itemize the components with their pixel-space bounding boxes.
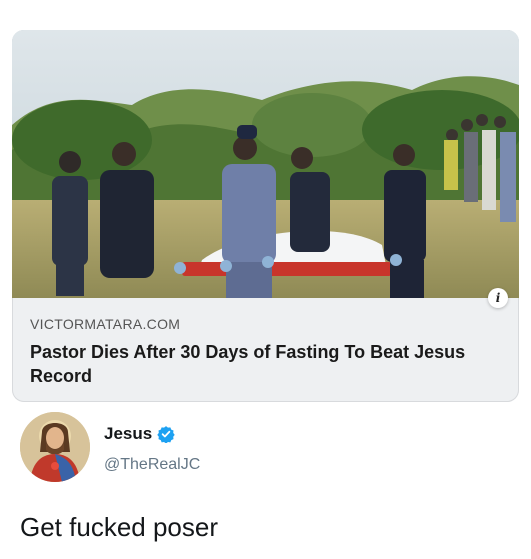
article-photo <box>12 30 519 298</box>
avatar[interactable] <box>20 412 90 482</box>
user-handle[interactable]: @TheRealJC <box>104 456 200 474</box>
display-name[interactable]: Jesus <box>104 424 152 444</box>
info-icon[interactable]: i <box>488 288 508 308</box>
link-preview-card[interactable]: i VICTORMATARA.COM Pastor Dies After 30 … <box>12 30 519 402</box>
article-source: VICTORMATARA.COM <box>30 316 181 332</box>
name-row: Jesus <box>104 424 175 444</box>
verified-badge-icon <box>157 426 175 443</box>
tweet-text: Get fucked poser <box>20 512 218 542</box>
tweet-author[interactable]: Jesus @TheRealJC <box>20 412 480 488</box>
article-headline[interactable]: Pastor Dies After 30 Days of Fasting To … <box>30 340 501 388</box>
card-meta: VICTORMATARA.COM Pastor Dies After 30 Da… <box>30 316 501 388</box>
